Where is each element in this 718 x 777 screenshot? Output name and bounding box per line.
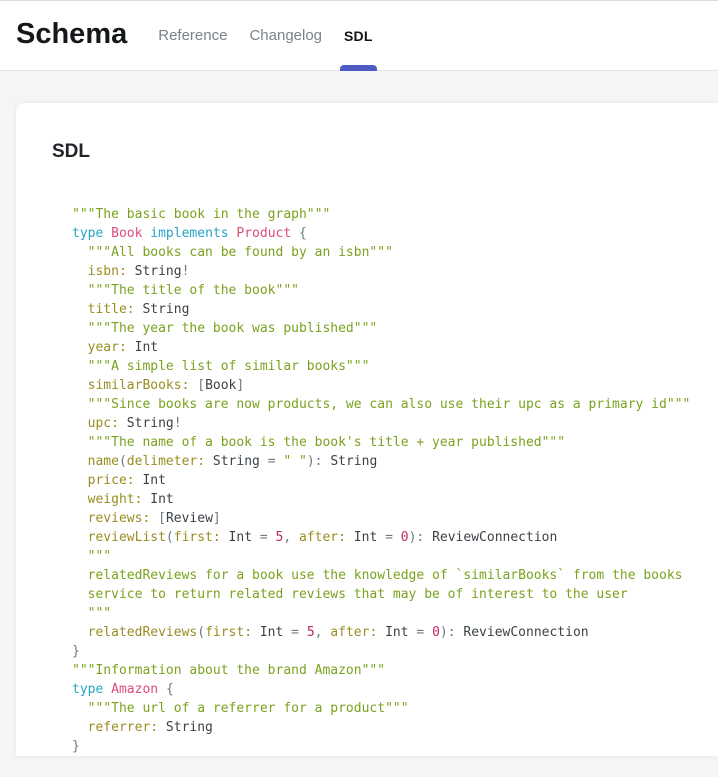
code-line: } (72, 642, 698, 661)
code-line: """The basic book in the graph""" (72, 205, 698, 224)
sdl-card: SDL """The basic book in the graph"""typ… (16, 103, 718, 756)
tab-changelog-label: Changelog (249, 27, 322, 44)
code-line: referrer: String (72, 718, 698, 737)
code-line: upc: String! (72, 414, 698, 433)
tab-sdl-label: SDL (344, 28, 373, 44)
tab-bar: Reference Changelog SDL (147, 1, 383, 70)
code-line: """The title of the book""" (72, 281, 698, 300)
tab-sdl[interactable]: SDL (333, 1, 384, 70)
sdl-code: """The basic book in the graph"""type Bo… (72, 205, 698, 756)
code-line: """All books can be found by an isbn""" (72, 243, 698, 262)
code-line: relatedReviews for a book use the knowle… (72, 566, 698, 585)
code-line: """ (72, 604, 698, 623)
content-area: SDL """The basic book in the graph"""typ… (0, 103, 718, 777)
page-title: Schema (16, 18, 127, 51)
code-line: title: String (72, 300, 698, 319)
code-line: """Information about the brand Amazon""" (72, 661, 698, 680)
code-line: """Since books are now products, we can … (72, 395, 698, 414)
code-line: service to return related reviews that m… (72, 585, 698, 604)
code-line: relatedReviews(first: Int = 5, after: In… (72, 623, 698, 642)
code-line: type Book implements Product { (72, 224, 698, 243)
code-line: """ (72, 547, 698, 566)
code-line: """A simple list of similar books""" (72, 357, 698, 376)
code-line: similarBooks: [Book] (72, 376, 698, 395)
code-line: year: Int (72, 338, 698, 357)
tab-changelog[interactable]: Changelog (238, 1, 333, 70)
code-line: reviewList(first: Int = 5, after: Int = … (72, 528, 698, 547)
code-line: name(delimeter: String = " "): String (72, 452, 698, 471)
code-line: """The url of a referrer for a product""… (72, 699, 698, 718)
sdl-card-heading: SDL (52, 141, 698, 163)
code-line: """The name of a book is the book's titl… (72, 433, 698, 452)
tab-reference[interactable]: Reference (147, 1, 238, 70)
code-line: price: Int (72, 471, 698, 490)
code-line: isbn: String! (72, 262, 698, 281)
active-tab-indicator (340, 65, 377, 71)
code-line: reviews: [Review] (72, 509, 698, 528)
code-line: } (72, 737, 698, 756)
tab-reference-label: Reference (158, 27, 227, 44)
code-line: """The year the book was published""" (72, 319, 698, 338)
code-line: type Amazon { (72, 680, 698, 699)
page-header: Schema Reference Changelog SDL (0, 0, 718, 71)
code-line: weight: Int (72, 490, 698, 509)
